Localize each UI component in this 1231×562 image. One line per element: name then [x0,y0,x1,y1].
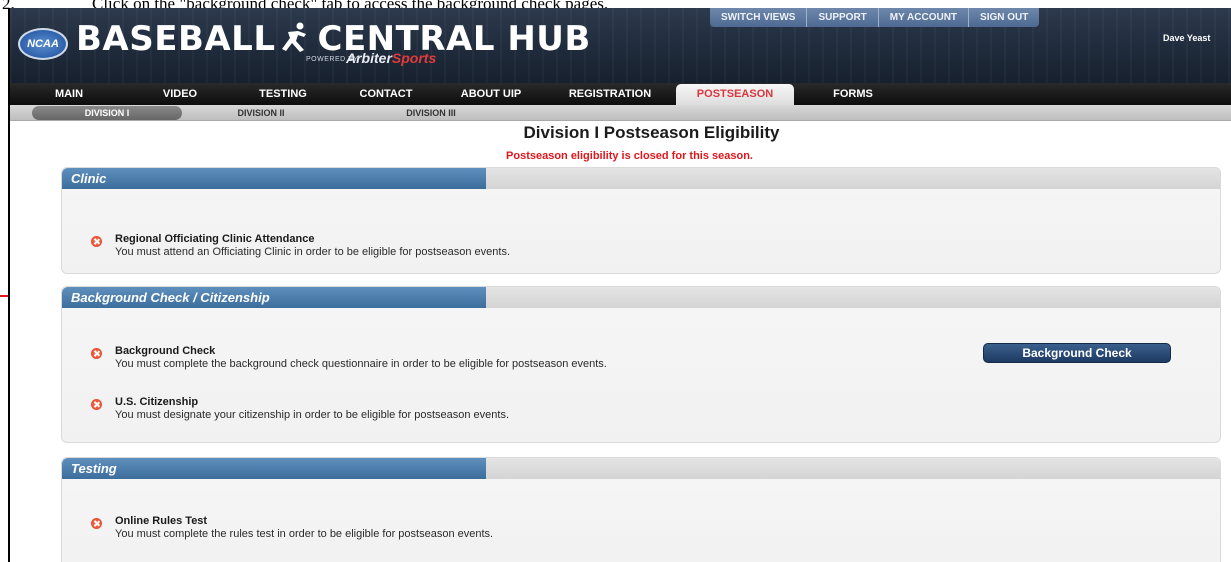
logged-in-user-name: Dave Yeast [1163,33,1211,43]
support-link[interactable]: SUPPORT [807,8,879,27]
division-sub-nav: DIVISION I DIVISION II DIVISION III [10,105,1231,121]
nav-tab-postseason[interactable]: POSTSEASON [676,84,794,105]
incomplete-x-icon [91,518,102,529]
subtab-division-iii[interactable]: DIVISION III [386,106,476,120]
requirement-description: You must complete the rules test in orde… [115,528,494,540]
site-brand[interactable]: BASEBALL CENTRAL HUB [76,20,591,58]
site-header: NCAA BASEBALL CENTRAL HUB POWERED BY Arb… [10,8,1231,83]
requirement-description: You must complete the background check q… [115,358,607,370]
ncaa-logo: NCAA [18,28,68,60]
clinic-section: Clinic Regional Officiating Clinic Atten… [61,167,1221,274]
nav-tab-main[interactable]: MAIN [10,83,128,105]
utility-links-bar: SWITCH VIEWS SUPPORT MY ACCOUNT SIGN OUT [710,8,1040,27]
incomplete-x-icon [91,348,102,359]
sports-text: Sports [391,50,437,66]
browser-page: NCAA BASEBALL CENTRAL HUB POWERED BY Arb… [8,8,1231,562]
background-check-button[interactable]: Background Check [983,343,1171,363]
background-citizenship-section: Background Check / Citizenship Backgroun… [61,286,1221,443]
nav-tab-forms[interactable]: FORMS [794,83,912,105]
requirement-title: Online Rules Test [115,515,208,527]
requirement-title: U.S. Citizenship [115,396,199,408]
requirement-title: Background Check [115,345,216,357]
requirement-title: Regional Officiating Clinic Attendance [115,233,315,245]
requirement-description: You must attend an Officiating Clinic in… [115,246,511,258]
subtab-division-i[interactable]: DIVISION I [32,106,182,120]
arbiter-text: Arbiter [346,50,392,66]
switch-views-link[interactable]: SWITCH VIEWS [710,8,808,27]
testing-section: Testing Online Rules Test You must compl… [61,457,1221,562]
page-title: Division I Postseason Eligibility [523,123,780,142]
subtab-division-ii[interactable]: DIVISION II [216,106,306,120]
brand-word-baseball: BASEBALL [76,19,276,59]
nav-tab-contact[interactable]: CONTACT [334,83,438,105]
nav-tab-testing[interactable]: TESTING [232,83,334,105]
baseball-player-icon [281,22,306,52]
requirement-description: You must designate your citizenship in o… [115,409,509,421]
nav-tab-about-uip[interactable]: ABOUT UIP [438,83,544,105]
incomplete-x-icon [91,399,102,410]
background-section-header: Background Check / Citizenship [62,287,486,308]
nav-tab-video[interactable]: VIDEO [128,83,232,105]
incomplete-x-icon [91,236,102,247]
sign-out-link[interactable]: SIGN OUT [969,8,1039,27]
arbitersports-logo: ArbiterSports [346,50,436,66]
eligibility-closed-message: Postseason eligibility is closed for thi… [506,150,753,162]
clinic-section-header: Clinic [62,168,486,189]
main-nav: MAIN VIDEO TESTING CONTACT ABOUT UIP REG… [10,83,1231,105]
my-account-link[interactable]: MY ACCOUNT [879,8,970,27]
nav-tab-registration[interactable]: REGISTRATION [544,83,676,105]
testing-section-header: Testing [62,458,486,479]
